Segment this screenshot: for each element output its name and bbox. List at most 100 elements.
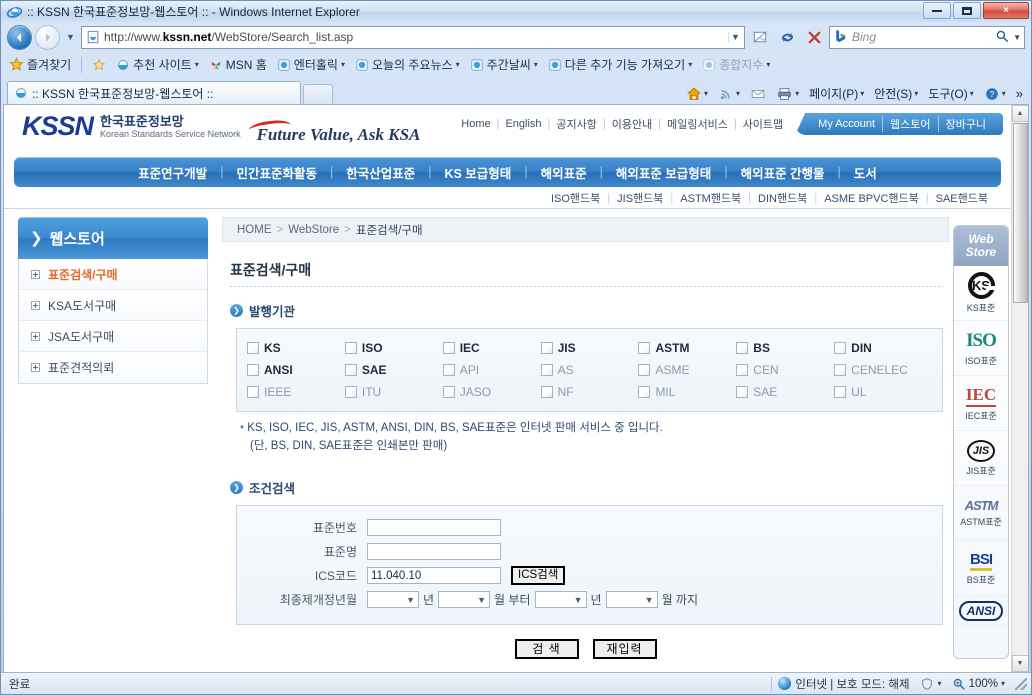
favbar-item[interactable]: 오늘의 주요뉴스 ▾: [351, 55, 464, 74]
nav-item-6[interactable]: 해외표준 간행물: [728, 163, 838, 182]
checkbox-ansi[interactable]: [247, 364, 259, 376]
expand-plus-icon[interactable]: [31, 300, 40, 310]
command-bar-overflow[interactable]: »: [1012, 85, 1027, 102]
privacy-chevron-icon[interactable]: ▾: [938, 679, 942, 688]
compatibility-view-icon[interactable]: [748, 26, 772, 49]
checkbox-nf[interactable]: [540, 386, 553, 398]
right-rail-item-astm[interactable]: ASTM ASTM표준: [954, 486, 1008, 541]
checkbox-cenelec[interactable]: [834, 364, 847, 376]
checkbox-asme[interactable]: [638, 364, 651, 376]
page-scrollbar[interactable]: ▲ ▼: [1011, 105, 1028, 672]
new-tab-button[interactable]: [303, 84, 333, 104]
checkbox-row-as[interactable]: AS: [540, 359, 639, 381]
webstore-link[interactable]: 웹스토어: [882, 116, 937, 132]
checkbox-row-iec[interactable]: IEC: [442, 337, 541, 359]
checkbox-row-bs[interactable]: BS: [736, 337, 834, 359]
search-icon[interactable]: [995, 29, 1009, 46]
favbar-item[interactable]: MSN 홈: [205, 55, 271, 74]
right-rail-item-bsi[interactable]: BSI BS표준: [954, 541, 1008, 596]
back-button[interactable]: [7, 24, 32, 50]
nav-item-5[interactable]: 해외표준 보급형태: [603, 163, 724, 182]
checkbox-iec[interactable]: [442, 342, 455, 354]
subnav-item-5[interactable]: SAE핸드북: [929, 190, 995, 206]
from-month-select[interactable]: ▼: [438, 591, 491, 609]
checkbox-astm[interactable]: [638, 342, 651, 354]
scroll-down-button[interactable]: ▼: [1011, 655, 1028, 672]
security-zone[interactable]: 인터넷 | 보호 모드: 해제: [778, 676, 919, 692]
from-year-select[interactable]: ▼: [367, 591, 419, 609]
checkbox-mil[interactable]: [638, 386, 651, 398]
checkbox-itu[interactable]: [344, 386, 357, 398]
checkbox-ieee[interactable]: [247, 386, 259, 398]
subnav-item-4[interactable]: ASME BPVC핸드북: [817, 190, 926, 206]
subnav-item-3[interactable]: DIN핸드북: [751, 190, 814, 206]
kssn-logo[interactable]: KSSN: [22, 113, 94, 140]
favbar-item[interactable]: 종합지수 ▾: [698, 55, 774, 74]
checkbox-jaso[interactable]: [442, 386, 455, 398]
right-rail-item-ks[interactable]: KS KS표준: [954, 266, 1008, 321]
menu-safety[interactable]: 안전(S) ▾: [870, 84, 922, 103]
favbar-item[interactable]: 추천 사이트 ▾: [112, 55, 203, 74]
search-box[interactable]: Bing ▼: [829, 25, 1025, 49]
checkbox-ks[interactable]: [247, 342, 259, 354]
address-input[interactable]: http://www.kssn.net/WebStore/Search_list…: [81, 25, 745, 49]
checkbox-din[interactable]: [834, 342, 847, 354]
checkbox-bs[interactable]: [736, 342, 749, 354]
ics-code-input[interactable]: [367, 567, 501, 585]
zoom-control[interactable]: 100% ▾: [952, 677, 1011, 691]
checkbox-row-cenelec[interactable]: CENELEC: [834, 359, 932, 381]
feeds-button[interactable]: ▾: [714, 85, 744, 103]
checkbox-row-api[interactable]: API: [442, 359, 541, 381]
checkbox-row-sae2[interactable]: SAE: [736, 381, 834, 403]
checkbox-row-ks[interactable]: KS: [247, 337, 345, 359]
right-rail-item-iec[interactable]: IEC IEC표준: [954, 376, 1008, 431]
menu-tools[interactable]: 도구(O) ▾: [924, 84, 977, 103]
add-to-favorites-icon[interactable]: [88, 57, 110, 73]
checkbox-iso[interactable]: [344, 342, 357, 354]
sidebar-item-ksa-books[interactable]: KSA도서구매: [19, 290, 207, 321]
utility-link-guide[interactable]: 이용안내: [606, 116, 658, 132]
checkbox-row-mil[interactable]: MIL: [638, 381, 736, 403]
maximize-button[interactable]: [953, 2, 981, 19]
cart-link[interactable]: 장바구니: [937, 116, 993, 132]
sidebar-item-standard-search[interactable]: 표준검색/구매: [19, 259, 207, 290]
right-rail-item-ansi[interactable]: ANSI: [954, 596, 1008, 626]
checkbox-jis[interactable]: [540, 342, 553, 354]
subnav-item-1[interactable]: JIS핸드북: [610, 190, 670, 206]
menu-page[interactable]: 페이지(P) ▾: [805, 84, 868, 103]
checkbox-as[interactable]: [540, 364, 553, 376]
checkbox-row-asme[interactable]: ASME: [638, 359, 736, 381]
utility-link-notice[interactable]: 공지사항: [550, 116, 602, 132]
history-dropdown-icon[interactable]: ▼: [63, 26, 78, 48]
sidebar-item-jsa-books[interactable]: JSA도서구매: [19, 321, 207, 352]
checkbox-row-astm[interactable]: ASTM: [638, 337, 736, 359]
checkbox-row-ansi[interactable]: ANSI: [247, 359, 345, 381]
ics-search-button[interactable]: ICS검색: [511, 566, 566, 586]
reset-button[interactable]: 재입력: [592, 638, 657, 659]
close-button[interactable]: ×: [983, 2, 1029, 19]
standard-name-input[interactable]: [367, 543, 501, 561]
help-button[interactable]: ? ▾: [980, 85, 1010, 103]
checkbox-cen[interactable]: [736, 364, 749, 376]
stop-icon[interactable]: [802, 26, 826, 49]
search-provider-chevron-icon[interactable]: ▼: [1013, 33, 1021, 42]
minimize-button[interactable]: [923, 2, 951, 19]
checkbox-row-jis[interactable]: JIS: [540, 337, 639, 359]
checkbox-row-jaso[interactable]: JASO: [442, 381, 541, 403]
expand-plus-icon[interactable]: [31, 331, 40, 341]
window-resize-grip[interactable]: [1015, 677, 1027, 690]
address-dropdown-icon[interactable]: ▼: [728, 32, 742, 42]
expand-plus-icon[interactable]: [31, 363, 40, 372]
home-button[interactable]: ▾: [682, 85, 712, 103]
nav-item-4[interactable]: 해외표준: [528, 163, 600, 182]
checkbox-row-sae[interactable]: SAE: [344, 359, 443, 381]
zoom-chevron-icon[interactable]: ▾: [1001, 679, 1005, 688]
checkbox-row-nf[interactable]: NF: [540, 381, 639, 403]
favorites-button[interactable]: 즐겨찾기: [5, 55, 75, 74]
favbar-item[interactable]: 엔터홀릭 ▾: [273, 55, 349, 74]
to-month-select[interactable]: ▼: [605, 591, 658, 609]
checkbox-ul[interactable]: [834, 386, 847, 398]
utility-link-home[interactable]: Home: [455, 118, 496, 130]
my-account-link[interactable]: My Account: [811, 118, 882, 130]
favbar-item[interactable]: 다른 추가 기능 가져오기 ▾: [544, 55, 696, 74]
